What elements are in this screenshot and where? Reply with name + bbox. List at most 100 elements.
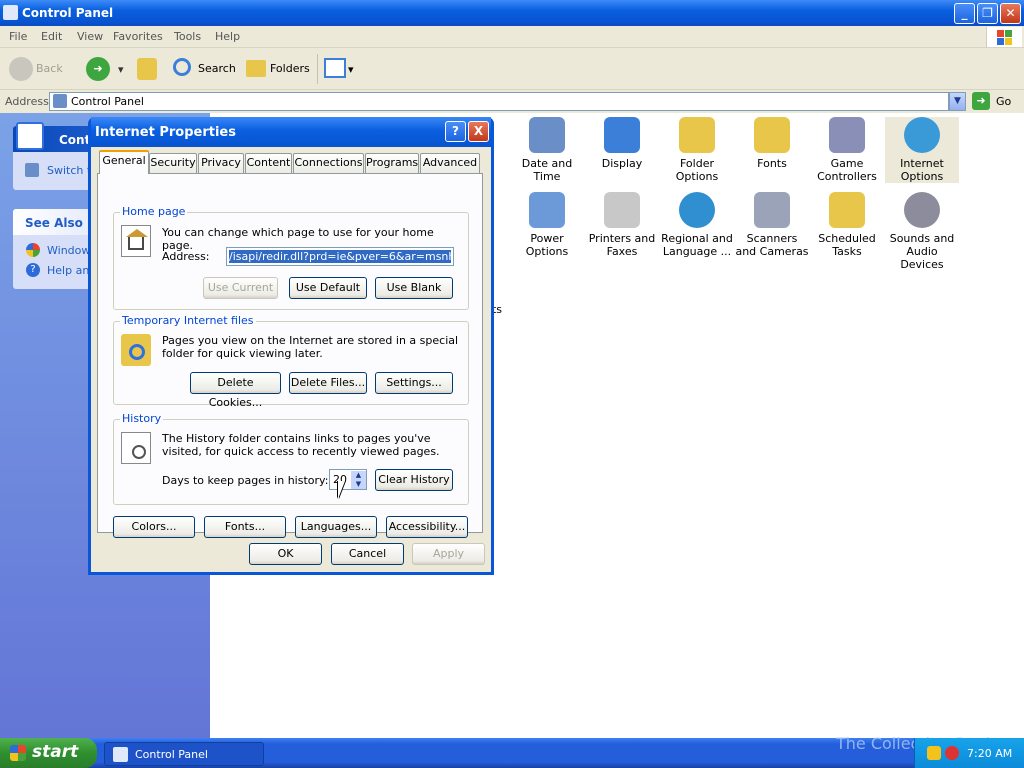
temp-files-ie-icon [121, 334, 151, 366]
cp-item-regional-language[interactable]: Regional and Language ... [660, 192, 734, 258]
menu-favorites[interactable]: Favorites [113, 30, 163, 43]
delete-files-button[interactable]: Delete Files... [289, 372, 367, 394]
days-to-keep-label: Days to keep pages in history: [162, 474, 329, 487]
home-page-label: Home page [120, 205, 188, 218]
views-button[interactable] [324, 58, 346, 78]
dialog-titlebar: Internet Properties ? X [91, 117, 491, 147]
search-icon [173, 58, 191, 76]
dialog-body: General Security Privacy Content Connect… [91, 147, 491, 572]
menu-help[interactable]: Help [215, 30, 240, 43]
spin-up-icon[interactable]: ▲ [351, 471, 366, 480]
clear-history-button[interactable]: Clear History [375, 469, 453, 491]
mouse-cursor-icon [338, 481, 345, 499]
tray-network-icon[interactable] [945, 746, 959, 760]
forward-dropdown-icon[interactable]: ▾ [118, 63, 124, 76]
temp-files-description: Pages you view on the Internet are store… [162, 334, 459, 360]
languages-button[interactable]: Languages... [295, 516, 377, 538]
switch-view-link[interactable]: Switch t [47, 164, 91, 177]
history-description: The History folder contains links to pag… [162, 432, 440, 458]
clock[interactable]: 7:20 AM [967, 747, 1012, 760]
folders-icon [246, 60, 266, 77]
cp-item-scheduled-tasks[interactable]: Scheduled Tasks [810, 192, 884, 258]
scheduled-tasks-icon [829, 192, 865, 228]
cp-item-game-controllers[interactable]: Game Controllers [810, 117, 884, 183]
cancel-button[interactable]: Cancel [331, 543, 404, 565]
cp-item-power-options[interactable]: Power Options [510, 192, 584, 258]
go-button[interactable]: ➜ Go [972, 92, 1020, 111]
power-options-icon [529, 192, 565, 228]
cp-item-scanners-cameras[interactable]: Scanners and Cameras [735, 192, 809, 258]
apply-button[interactable]: Apply [412, 543, 485, 565]
menu-view[interactable]: View [77, 30, 103, 43]
views-dropdown-icon[interactable]: ▾ [348, 63, 354, 76]
history-label: History [120, 412, 164, 425]
accessibility-button[interactable]: Accessibility... [386, 516, 468, 538]
general-tab-panel: Home page You can change which page to u… [97, 173, 483, 538]
use-current-button[interactable]: Use Current [203, 277, 278, 299]
control-panel-icon [3, 5, 18, 20]
settings-button[interactable]: Settings... [375, 372, 453, 394]
cp-item-date-time[interactable]: Date and Time [510, 117, 584, 183]
colors-button[interactable]: Colors... [113, 516, 195, 538]
cp-item-display[interactable]: Display [585, 117, 659, 170]
back-button[interactable]: Back [6, 56, 76, 82]
globe-icon [679, 192, 715, 228]
toolbar: Back ➜ ▾ Search Folders ▾ [0, 48, 1024, 90]
menu-file[interactable]: File [9, 30, 27, 43]
search-button[interactable]: Search [170, 56, 236, 82]
tab-content[interactable]: Content [245, 153, 292, 173]
delete-cookies-button[interactable]: Delete Cookies... [190, 372, 281, 409]
home-page-address-input[interactable]: /isapi/redir.dll?prd=ie&pver=6&ar=msnhom… [226, 247, 454, 266]
tab-connections[interactable]: Connections [293, 153, 364, 173]
cp-item-internet-options[interactable]: Internet Options [885, 117, 959, 183]
folders-button[interactable]: Folders [244, 56, 314, 82]
folder-options-icon [679, 117, 715, 153]
menu-tools[interactable]: Tools [174, 30, 201, 43]
spin-down-icon[interactable]: ▼ [351, 480, 366, 489]
start-button[interactable]: start [0, 738, 97, 768]
tab-security[interactable]: Security [149, 153, 197, 173]
cp-item-folder-options[interactable]: Folder Options [660, 117, 734, 183]
use-default-button[interactable]: Use Default [289, 277, 367, 299]
minimize-button[interactable]: _ [954, 3, 975, 24]
cp-item-printers-faxes[interactable]: Printers and Faxes [585, 192, 659, 258]
switch-view-icon [25, 163, 39, 177]
address-dropdown-button[interactable]: ▼ [949, 92, 966, 111]
restore-button[interactable]: ❐ [977, 3, 998, 24]
cp-item-fonts[interactable]: Fonts [735, 117, 809, 170]
internet-options-icon [904, 117, 940, 153]
ok-button[interactable]: OK [249, 543, 322, 565]
date-time-icon [529, 117, 565, 153]
up-folder-button[interactable] [137, 58, 157, 80]
windows-logo-icon [986, 27, 1022, 47]
address-input[interactable]: Control Panel [49, 92, 949, 111]
cp-item-sounds-audio[interactable]: Sounds and Audio Devices [885, 192, 959, 271]
tray-tool-icon[interactable] [927, 746, 941, 760]
forward-button[interactable]: ➜ [86, 57, 110, 81]
tab-programs[interactable]: Programs [365, 153, 419, 173]
internet-properties-dialog: Internet Properties ? X General Security… [88, 117, 494, 575]
home-page-group: Home page You can change which page to u… [113, 205, 469, 310]
history-group: History The History folder contains link… [113, 412, 469, 505]
tab-general[interactable]: General [99, 150, 149, 174]
days-spinner[interactable]: 20 ▲ ▼ [329, 469, 367, 490]
windows-update-link[interactable]: Window [47, 244, 90, 257]
printer-icon [604, 192, 640, 228]
tab-privacy[interactable]: Privacy [198, 153, 244, 173]
home-page-address-value: /isapi/redir.dll?prd=ie&pver=6&ar=msnhom… [229, 250, 451, 263]
menu-bar: File Edit View Favorites Tools Help [0, 26, 1024, 48]
close-button[interactable]: ✕ [1000, 3, 1021, 24]
help-button[interactable]: ? [445, 121, 466, 142]
temp-files-group: Temporary Internet files Pages you view … [113, 314, 469, 409]
go-arrow-icon: ➜ [972, 92, 990, 110]
history-clock-icon [121, 432, 151, 464]
use-blank-button[interactable]: Use Blank [375, 277, 453, 299]
temp-files-label: Temporary Internet files [120, 314, 256, 327]
control-panel-icon [53, 94, 67, 108]
display-icon [604, 117, 640, 153]
fonts-button[interactable]: Fonts... [204, 516, 286, 538]
menu-edit[interactable]: Edit [41, 30, 62, 43]
tab-advanced[interactable]: Advanced [420, 153, 480, 173]
dialog-close-button[interactable]: X [468, 121, 489, 142]
taskbar-control-panel[interactable]: Control Panel [104, 742, 264, 766]
